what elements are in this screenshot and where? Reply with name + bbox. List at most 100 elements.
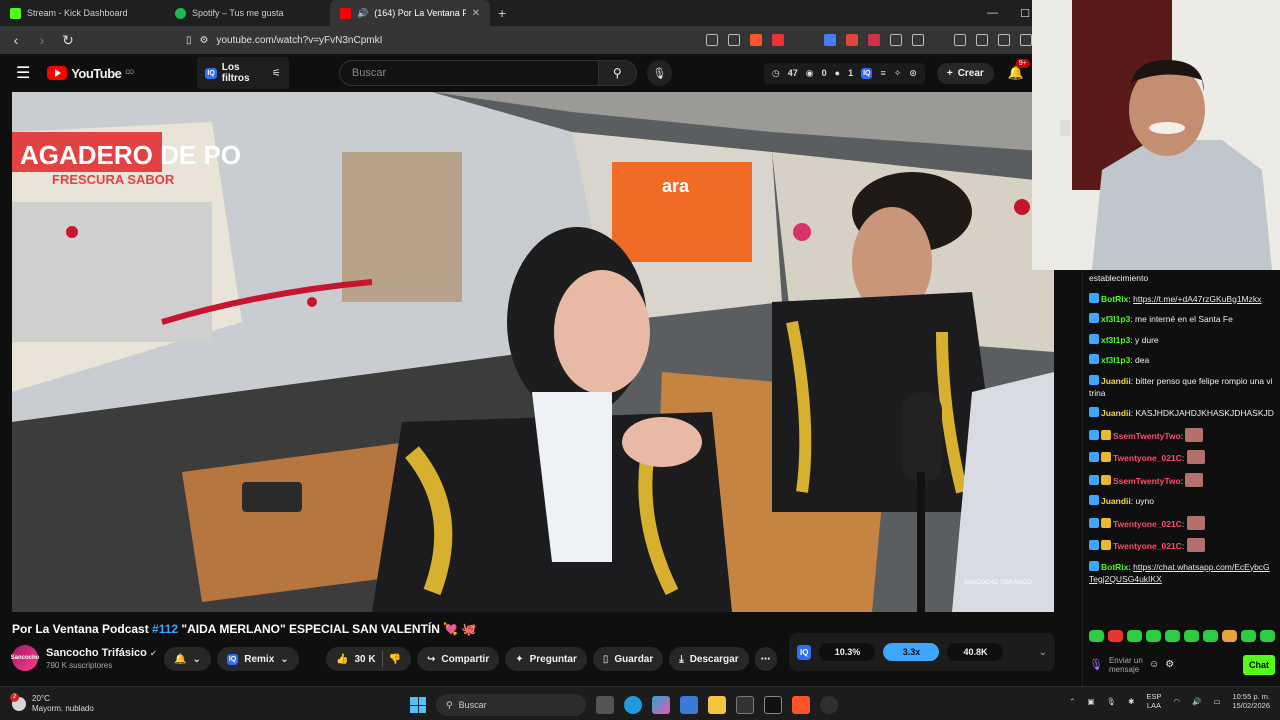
episode-hashtag[interactable]: #112: [152, 622, 178, 636]
chat-username[interactable]: Juandii: [1101, 496, 1131, 506]
chat-username[interactable]: Juandii: [1101, 376, 1131, 386]
channel-name[interactable]: Sancocho Trifásico ✔: [46, 647, 157, 659]
chat-username[interactable]: Twentyone_021C: [1113, 453, 1182, 463]
emote-icon[interactable]: [1203, 630, 1218, 642]
chat-username[interactable]: xf3l1p3: [1101, 314, 1130, 324]
minimize-icon[interactable]: —: [987, 7, 998, 20]
language-indicator[interactable]: ESP LAA: [1146, 692, 1161, 710]
channel-avatar[interactable]: Sancocho: [11, 645, 39, 671]
save-button[interactable]: ▯ Guardar: [592, 647, 664, 671]
maximize-icon[interactable]: ☐: [1020, 7, 1030, 20]
sidebar-icon[interactable]: [976, 34, 988, 46]
start-icon[interactable]: [410, 697, 426, 713]
create-label: Crear: [957, 67, 984, 79]
cast-icon[interactable]: [706, 34, 718, 46]
download-button[interactable]: ⤓ Descargar: [669, 647, 749, 671]
create-button[interactable]: + Crear: [936, 62, 994, 84]
translate-icon[interactable]: [824, 34, 836, 46]
battery-icon[interactable]: ▭: [1213, 697, 1220, 706]
extension-red-icon[interactable]: [846, 34, 858, 46]
brave-shield-icon[interactable]: [750, 34, 762, 46]
file-explorer-icon[interactable]: [708, 696, 726, 714]
chat-text[interactable]: https://t.me/+dA47rzGKuBg1Mzkx: [1133, 294, 1261, 304]
emote-icon[interactable]: [1260, 630, 1275, 642]
tab-search-icon[interactable]: [912, 34, 924, 46]
settings-icon[interactable]: ⚙: [1165, 659, 1174, 671]
bluetooth-icon[interactable]: ✱: [1128, 697, 1134, 706]
url-field[interactable]: ▯ ⚙ youtube.com/watch?v=yFvN3nCpmkI: [186, 35, 382, 46]
capcut-icon[interactable]: [764, 696, 782, 714]
emote-icon[interactable]: [1089, 630, 1104, 642]
emote-icon[interactable]: [1127, 630, 1142, 642]
extension-m-icon[interactable]: [868, 34, 880, 46]
chat-username[interactable]: BotRix: [1101, 562, 1128, 572]
media-icon[interactable]: [954, 34, 966, 46]
emote-icon[interactable]: [1222, 630, 1237, 642]
youtube-logo[interactable]: YouTube CO: [47, 66, 134, 81]
extensions-puzzle-icon[interactable]: [890, 34, 902, 46]
weather-widget[interactable]: 2 20°C Mayorm. nublado: [0, 692, 94, 714]
chat-username[interactable]: SsemTwentyTwo: [1113, 476, 1181, 486]
copilot-icon[interactable]: [652, 696, 670, 714]
emote-icon[interactable]: [1241, 630, 1256, 642]
tab-spotify[interactable]: Spotify – Tus me gusta: [165, 0, 330, 26]
chat-username[interactable]: Juandii: [1101, 408, 1131, 418]
close-tab-icon[interactable]: ✕: [472, 8, 480, 19]
wifi-icon[interactable]: ◠: [1173, 697, 1180, 706]
wallet-icon[interactable]: [998, 34, 1010, 46]
clock[interactable]: 10:55 p. m. 15/02/2026: [1232, 692, 1270, 710]
gpu-icon[interactable]: ▣: [1088, 697, 1095, 706]
chat-username[interactable]: xf3l1p3: [1101, 355, 1130, 365]
emote-icon[interactable]: [1184, 630, 1199, 642]
back-icon[interactable]: ‹: [8, 32, 24, 48]
emoji-icon[interactable]: ☺: [1149, 659, 1159, 671]
iq-stats-widget[interactable]: ◷ 47 ◉ 0 ● 1 IQ ≡ ✧ ⊙: [763, 62, 925, 84]
share-icon[interactable]: [728, 34, 740, 46]
edge-icon[interactable]: [624, 696, 642, 714]
emote-icon[interactable]: [1146, 630, 1161, 642]
search-button[interactable]: ⚲: [598, 60, 637, 86]
chat-send-button[interactable]: Chat: [1243, 655, 1275, 675]
remix-button[interactable]: IQ Remix ⌄: [216, 647, 299, 671]
chevron-up-icon[interactable]: ⌃: [1069, 697, 1075, 706]
notifications-button[interactable]: 🔔 9+: [1008, 59, 1030, 81]
chat-username[interactable]: xf3l1p3: [1101, 335, 1130, 345]
more-actions-button[interactable]: ⋯: [754, 647, 777, 671]
ask-button[interactable]: ✦ Preguntar: [505, 647, 587, 671]
chat-username[interactable]: BotRix: [1101, 294, 1128, 304]
filters-button[interactable]: IQ Los filtros ⚟: [197, 57, 289, 89]
like-button[interactable]: 👍 30 K 👎: [326, 647, 412, 671]
new-tab-icon[interactable]: +: [490, 5, 514, 21]
leo-ai-icon[interactable]: [1020, 34, 1032, 46]
terminal-icon[interactable]: [736, 696, 754, 714]
chevron-down-icon[interactable]: ⌄: [1039, 647, 1047, 658]
bookmark-icon[interactable]: ▯: [186, 35, 192, 46]
emote-icon[interactable]: [1108, 630, 1123, 642]
store-icon[interactable]: [680, 696, 698, 714]
brave-icon[interactable]: [792, 696, 810, 714]
forward-icon[interactable]: ›: [34, 32, 50, 48]
notification-bell-button[interactable]: 🔔 ⌄: [164, 647, 211, 671]
mic-icon[interactable]: 🎙: [1107, 697, 1117, 706]
tab-youtube[interactable]: 🔊 (164) Por La Ventana Podcast ✕: [330, 0, 490, 26]
search-input[interactable]: Buscar: [338, 60, 599, 86]
emote-icon[interactable]: [1165, 630, 1180, 642]
chat-username[interactable]: Twentyone_021C: [1113, 541, 1182, 551]
video-player[interactable]: AGADERO DE PO FRESCURA SABOR ara SANCOCH…: [12, 92, 1054, 612]
site-info-icon[interactable]: ⚙: [200, 35, 209, 46]
share-button[interactable]: ↪ Compartir: [417, 647, 500, 671]
thumbs-down-icon[interactable]: 👎: [389, 654, 401, 665]
taskbar-search[interactable]: ⚲ Buscar: [436, 694, 586, 716]
menu-icon[interactable]: ☰: [16, 63, 35, 83]
reload-icon[interactable]: ↻: [60, 32, 76, 49]
tab-kick-dashboard[interactable]: Stream - Kick Dashboard: [0, 0, 165, 26]
brave-rewards-icon[interactable]: [772, 34, 784, 46]
volume-icon[interactable]: 🔊: [1192, 697, 1201, 706]
chat-input[interactable]: 🎙 Enviar un mensaje ☺ ⚙ Chat: [1083, 650, 1280, 680]
task-view-icon[interactable]: [596, 696, 614, 714]
chat-username[interactable]: SsemTwentyTwo: [1113, 431, 1181, 441]
voice-search-button[interactable]: 🎙: [646, 60, 672, 86]
mic-icon[interactable]: 🎙: [1089, 659, 1103, 671]
obs-icon[interactable]: [820, 696, 838, 714]
chat-username[interactable]: Twentyone_021C: [1113, 519, 1182, 529]
